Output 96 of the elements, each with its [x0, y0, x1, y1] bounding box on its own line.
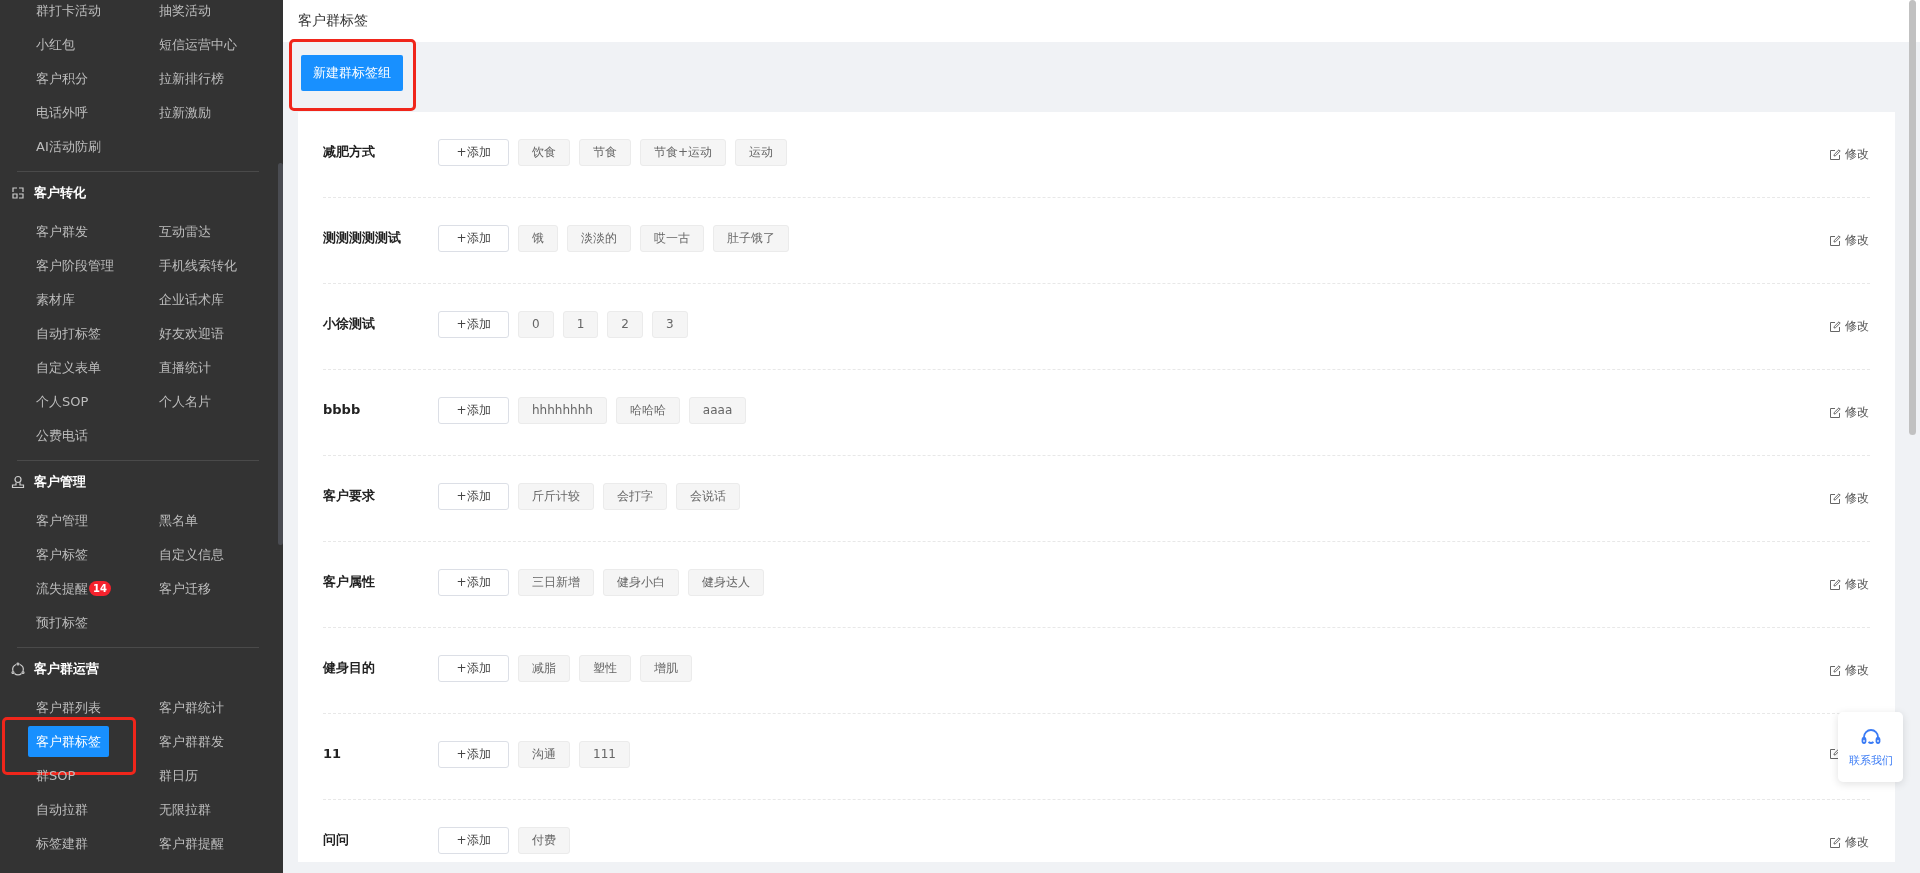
menu-item[interactable]: 客户阶段管理 [36, 249, 114, 281]
menu-item[interactable]: 客户标签 [36, 538, 88, 570]
menu-item[interactable]: 拉新排行榜 [159, 62, 224, 94]
tag: 饿 [518, 225, 558, 252]
menu-item[interactable]: 群打卡活动 [36, 0, 101, 26]
menu-item[interactable]: 客户群统计 [159, 691, 224, 723]
tag: 0 [518, 311, 554, 338]
tag: 三日新增 [518, 569, 594, 596]
add-tag-button[interactable]: +添加 [438, 741, 509, 768]
menu-item[interactable]: 群日历 [159, 759, 198, 791]
tag: 会打字 [603, 483, 667, 510]
count-badge: 14 [89, 580, 111, 596]
menu-item[interactable]: 客户积分 [36, 62, 88, 94]
edit-link[interactable]: 修改 [1845, 834, 1869, 851]
edit-link[interactable]: 修改 [1845, 146, 1869, 163]
tag: 会说话 [676, 483, 740, 510]
add-tag-button[interactable]: +添加 [438, 225, 509, 252]
tag: 斤斤计较 [518, 483, 594, 510]
tag: 健身小白 [603, 569, 679, 596]
menu-item[interactable]: 直播统计 [159, 351, 211, 383]
tag: 饮食 [518, 139, 570, 166]
add-tag-button[interactable]: +添加 [438, 655, 509, 682]
menu-item[interactable]: 素材库 [36, 283, 75, 315]
group-name: 客户属性 [323, 573, 376, 591]
tag: 节食+运动 [640, 139, 727, 166]
group-name: 减肥方式 [323, 143, 376, 161]
tag: 1 [562, 311, 599, 338]
tag: hhhhhhhh [518, 397, 607, 424]
tag: 增肌 [640, 655, 692, 682]
menu-item[interactable]: 预打标签 [36, 606, 88, 638]
menu-item[interactable]: 黑名单 [159, 504, 198, 536]
menu-item[interactable]: 个人名片 [159, 385, 211, 417]
tag: 淡淡的 [567, 225, 631, 252]
group-name: 11 [323, 745, 343, 763]
group-name: 客户要求 [323, 487, 376, 505]
group-name: 小徐测试 [323, 315, 376, 333]
group-name: 问问 [323, 831, 350, 849]
menu-item[interactable]: AI活动防刷 [36, 130, 101, 162]
menu-item[interactable]: 客户群发 [36, 215, 88, 247]
menu-item[interactable]: 电话外呼 [36, 96, 88, 128]
section-title: 客户转化 [34, 184, 86, 202]
menu-item[interactable]: 无限拉群 [159, 793, 211, 825]
menu-item[interactable]: 自动打标签 [36, 317, 101, 349]
tag: 2 [607, 311, 643, 338]
tag: 3 [651, 311, 688, 338]
menu-item[interactable]: 自定义表单 [36, 351, 101, 383]
menu-item[interactable]: 小红包 [36, 28, 75, 60]
menu-item[interactable]: 流失提醒 [36, 572, 88, 604]
add-tag-button[interactable]: +添加 [438, 827, 509, 854]
menu-item[interactable]: 自定义信息 [159, 538, 224, 570]
section-title: 客户群运营 [34, 660, 99, 678]
menu-item[interactable]: 客户迁移 [159, 572, 211, 604]
tag: 111 [579, 741, 630, 768]
menu-item[interactable]: 短信运营中心 [159, 28, 237, 60]
menu-item[interactable]: 企业话术库 [159, 283, 224, 315]
tag: 节食 [579, 139, 631, 166]
add-tag-button[interactable]: +添加 [438, 483, 509, 510]
menu-item[interactable]: 客户管理 [36, 504, 88, 536]
menu-item[interactable]: 好友欢迎语 [159, 317, 224, 349]
add-tag-button[interactable]: +添加 [438, 139, 509, 166]
tag: 运动 [735, 139, 788, 166]
tag: 肚子饿了 [713, 225, 789, 252]
menu-item[interactable]: 互动雷达 [159, 215, 211, 247]
add-tag-button[interactable]: +添加 [438, 397, 509, 424]
menu-item[interactable]: 手机线索转化 [159, 249, 237, 281]
group-name: bbbb [323, 401, 362, 419]
add-tag-button[interactable]: +添加 [438, 569, 509, 596]
menu-item[interactable]: 客户群提醒 [159, 827, 224, 859]
menu-item[interactable]: 客户群列表 [36, 691, 101, 723]
edit-link[interactable]: 修改 [1845, 318, 1869, 335]
tag: 减脂 [518, 655, 570, 682]
group-name: 健身目的 [323, 659, 376, 677]
tag: 沟通 [518, 741, 570, 768]
add-tag-button[interactable]: +添加 [438, 311, 509, 338]
menu-item[interactable]: 抽奖活动 [159, 0, 211, 26]
edit-link[interactable]: 修改 [1845, 576, 1869, 593]
menu-item[interactable]: 自动拉群 [36, 793, 88, 825]
menu-item[interactable]: 标签建群 [36, 827, 88, 859]
menu-item[interactable]: 拉新激励 [159, 96, 211, 128]
page-title: 客户群标签 [298, 12, 368, 30]
menu-item[interactable]: 个人SOP [36, 385, 89, 417]
menu-item[interactable]: 公费电话 [36, 419, 88, 451]
edit-link[interactable]: 修改 [1845, 232, 1869, 249]
section-title: 客户管理 [34, 473, 86, 491]
tag: aaaa [688, 397, 747, 424]
menu-item[interactable]: 客户群群发 [159, 725, 224, 757]
tag: 健身达人 [688, 569, 764, 596]
tag: 塑性 [579, 655, 631, 682]
tag: 哈哈哈 [615, 397, 680, 424]
contact-us-button[interactable]: 联系我们 [1838, 712, 1903, 782]
tag: 哎一古 [640, 225, 704, 252]
group-name: 测测测测测试 [323, 229, 402, 247]
tag: 付费 [518, 827, 570, 854]
edit-link[interactable]: 修改 [1845, 490, 1869, 507]
edit-link[interactable]: 修改 [1845, 404, 1869, 421]
edit-link[interactable]: 修改 [1845, 662, 1869, 679]
